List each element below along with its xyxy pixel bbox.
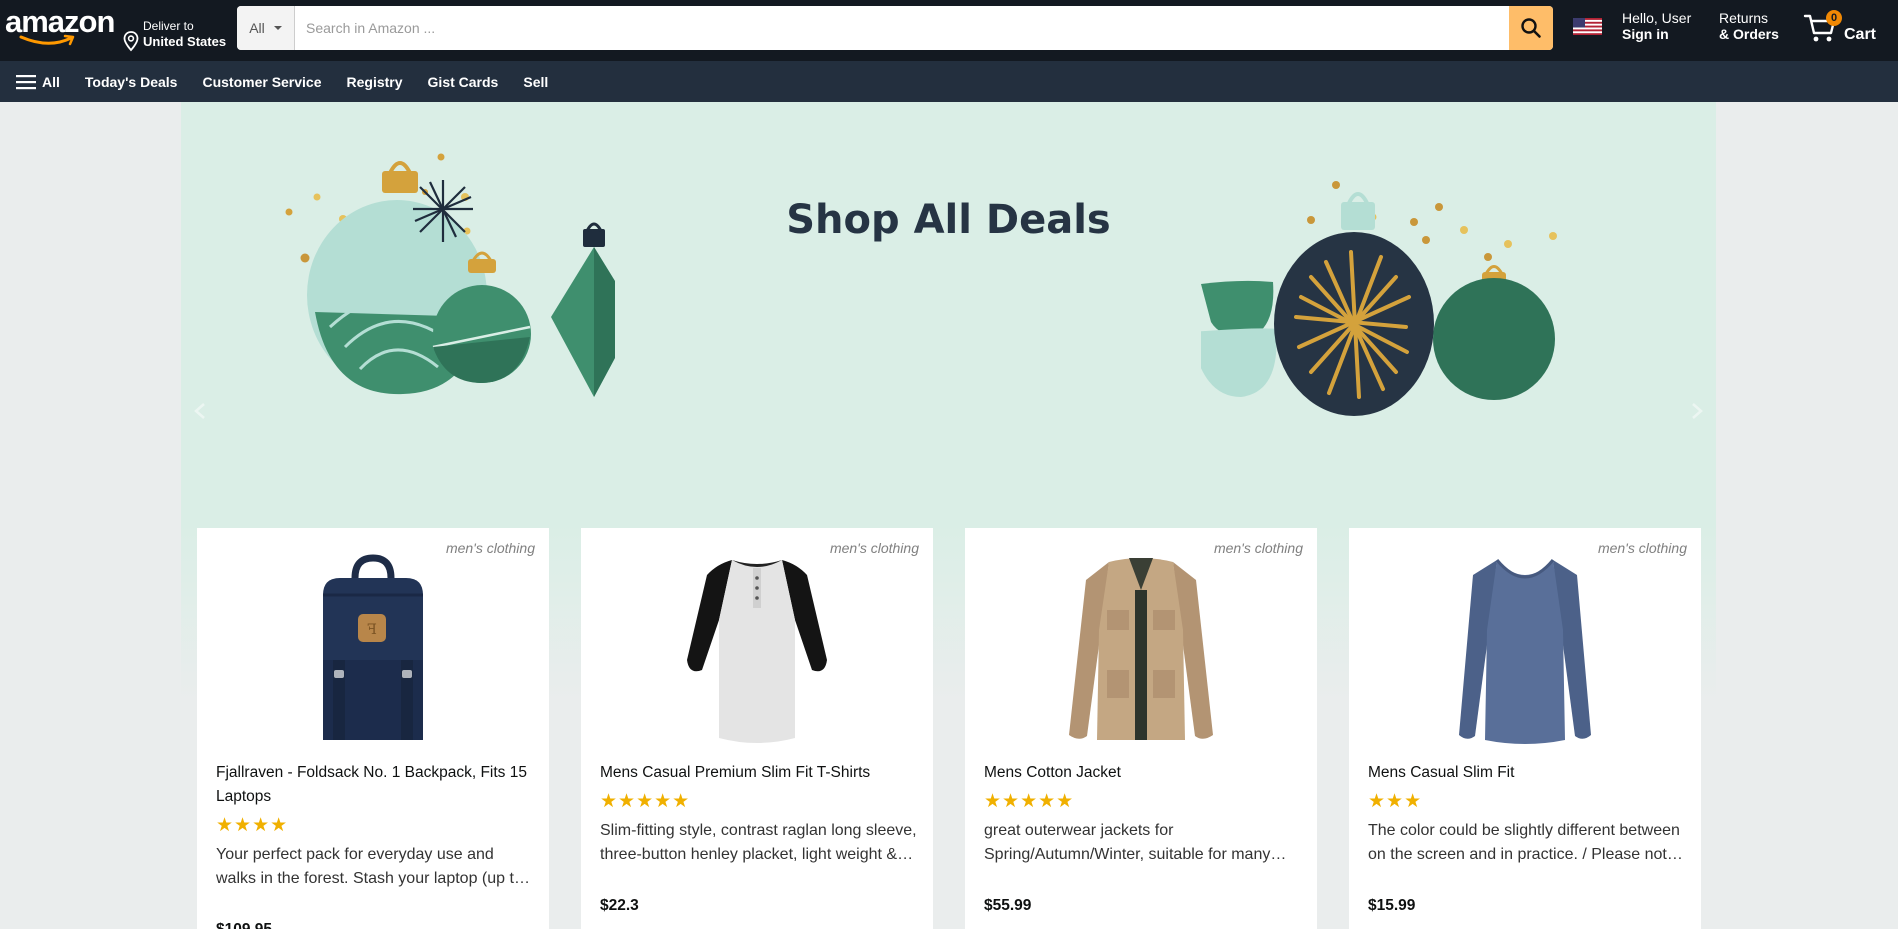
orders-label: & Orders [1719, 26, 1779, 42]
deliver-to[interactable]: Deliver to United States [122, 10, 227, 52]
jacket-icon [1069, 558, 1213, 740]
deliver-label: Deliver to [143, 19, 194, 33]
search-button[interactable] [1509, 6, 1553, 50]
product-image[interactable] [581, 550, 933, 750]
location-pin-icon [123, 31, 139, 52]
chevron-down-icon [273, 26, 282, 30]
svg-text:ꟻ: ꟻ [367, 622, 377, 638]
product-description: The color could be slightly different be… [1368, 822, 1680, 863]
cart-button[interactable]: 0 Cart [1803, 8, 1883, 48]
cart-label: Cart [1844, 26, 1877, 43]
returns-orders[interactable]: Returns & Orders [1719, 10, 1779, 42]
product-card[interactable]: men's clothing Mens Cotton Jacket ★★★★★ … [965, 528, 1317, 929]
search-category-label: All [249, 20, 265, 36]
search-icon [1521, 18, 1541, 38]
search-input[interactable] [295, 6, 1509, 50]
nav-bar: All Today's Deals Customer Service Regis… [0, 61, 1898, 102]
product-title[interactable]: Mens Casual Slim Fit [1368, 761, 1686, 785]
search-bar: All [237, 6, 1553, 50]
product-price: $55.99 [984, 897, 1032, 914]
product-rating-stars: ★★★★★ [600, 791, 691, 812]
product-title[interactable]: Mens Casual Premium Slim Fit T-Shirts [600, 761, 918, 785]
account-menu[interactable]: Hello, User Sign in [1622, 10, 1691, 42]
product-title[interactable]: Fjallraven - Foldsack No. 1 Backpack, Fi… [216, 761, 534, 809]
product-title[interactable]: Mens Cotton Jacket [984, 761, 1302, 785]
deliver-location: United States [143, 34, 227, 49]
amazon-logo[interactable]: amazon [5, 6, 115, 46]
nav-registry[interactable]: Registry [347, 74, 403, 90]
ornaments-left-illustration [285, 153, 615, 397]
henley-shirt-icon [687, 560, 827, 743]
hero-next-arrow-icon[interactable] [1690, 402, 1704, 420]
nav-gift-cards[interactable]: Gist Cards [428, 74, 499, 90]
nav-sell[interactable]: Sell [523, 74, 548, 90]
product-image[interactable] [965, 550, 1317, 750]
returns-label: Returns [1719, 10, 1769, 26]
backpack-icon: ꟻ [323, 554, 423, 740]
product-price: $109.95 [216, 921, 272, 929]
top-header: amazon Deliver to United States All Sear… [0, 0, 1898, 61]
search-category-dropdown[interactable]: All [237, 6, 295, 50]
product-rating-stars: ★★★★ [216, 815, 289, 836]
nav-all-label: All [42, 73, 60, 90]
product-description: great outerwear jackets for Spring/Autum… [984, 822, 1271, 863]
product-card[interactable]: men's clothing Mens Casual Premium Slim … [581, 528, 933, 929]
product-description: Your perfect pack for everyday use and w… [216, 846, 523, 887]
product-grid: men's clothing ꟻ Fjallraven - Foldsack N… [197, 528, 1701, 929]
account-greeting: Hello, User [1622, 10, 1692, 26]
sign-in-link[interactable]: Sign in [1622, 26, 1691, 42]
nav-todays-deals[interactable]: Today's Deals [85, 74, 178, 90]
product-price: $15.99 [1368, 897, 1416, 914]
product-image[interactable]: ꟻ [197, 550, 549, 750]
logo-smile-icon [19, 34, 75, 46]
us-flag-icon[interactable] [1573, 18, 1602, 35]
ornaments-right-illustration [1201, 181, 1557, 416]
product-rating-stars: ★★★ [1368, 791, 1423, 812]
nav-customer-service[interactable]: Customer Service [202, 74, 321, 90]
product-price: $22.3 [600, 897, 639, 914]
cart-count-badge: 0 [1826, 10, 1842, 26]
product-rating-stars: ★★★★★ [984, 791, 1075, 812]
product-image[interactable] [1349, 550, 1701, 750]
product-description: Slim-fitting style, contrast raglan long… [600, 822, 917, 863]
hero-prev-arrow-icon[interactable] [193, 402, 207, 420]
nav-all-menu[interactable]: All [16, 74, 60, 90]
product-card[interactable]: men's clothing ꟻ Fjallraven - Foldsack N… [197, 528, 549, 929]
hamburger-icon [16, 74, 36, 89]
product-card[interactable]: men's clothing Mens Casual Slim Fit ★★★ … [1349, 528, 1701, 929]
long-sleeve-shirt-icon [1459, 559, 1591, 744]
